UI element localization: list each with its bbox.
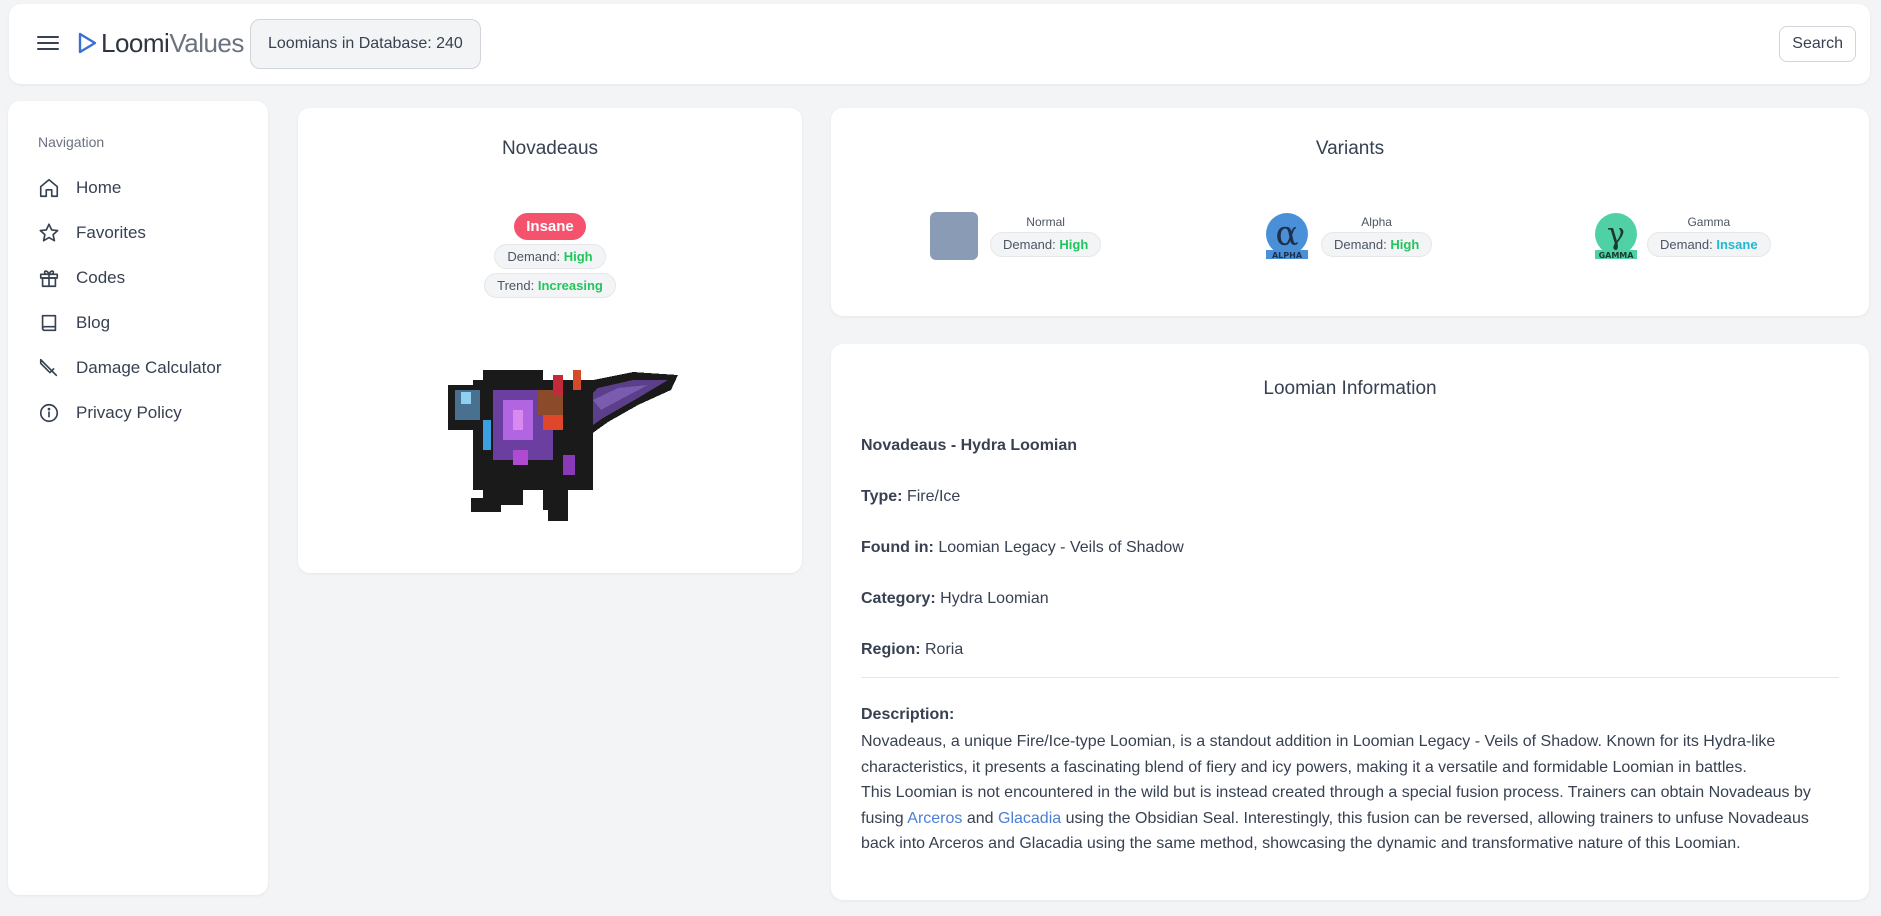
alpha-symbol-icon: α ALPHA (1266, 213, 1308, 260)
sidebar-item-favorites[interactable]: Favorites (38, 210, 222, 255)
description-paragraph-1: Novadeaus, a unique Fire/Ice-type Loomia… (861, 733, 1776, 776)
demand-label: Demand: (1003, 237, 1056, 252)
found-label: Found in: (861, 539, 934, 556)
sidebar-item-privacy-policy[interactable]: Privacy Policy (38, 390, 222, 435)
info-icon (39, 403, 59, 422)
home-icon (39, 178, 59, 197)
play-logo-icon (78, 32, 97, 54)
demand-label: Demand: (1660, 237, 1713, 252)
demand-label: Demand: (1334, 237, 1387, 252)
sidebar-item-label: Blog (76, 312, 111, 332)
loomian-sprite-image (448, 370, 678, 521)
gamma-symbol: γ (1607, 217, 1625, 252)
loomian-card: Novadeaus Insane Demand: High Trend: Inc… (298, 108, 802, 573)
category-value: Hydra Loomian (940, 590, 1049, 607)
normal-variant-image (930, 212, 978, 260)
sword-icon (39, 358, 58, 376)
loomian-information-card: Loomian Information Novadeaus - Hydra Lo… (831, 344, 1869, 900)
glacadia-link[interactable]: Glacadia (998, 810, 1061, 827)
info-heading-text: Novadeaus - Hydra Loomian (861, 437, 1078, 454)
demand-value: High (563, 249, 593, 264)
sidebar: Navigation Home Favorites Codes Blog Dam… (8, 101, 268, 895)
demand-value: High (1059, 237, 1089, 252)
gift-icon (39, 269, 59, 287)
variant-alpha[interactable]: α ALPHA Alpha Demand: High (1265, 212, 1433, 260)
trend-pill: Trend: Increasing (484, 273, 616, 298)
value-tier-badge: Insane (514, 213, 586, 240)
info-type: Type: Fire/Ice (861, 487, 1839, 538)
sidebar-item-label: Favorites (76, 222, 146, 242)
variant-demand-pill: Demand: High (990, 232, 1102, 257)
variant-demand-pill: Demand: Insane (1647, 232, 1771, 257)
region-label: Region: (861, 641, 921, 658)
sidebar-item-label: Codes (76, 267, 126, 287)
variant-name: Alpha (1361, 215, 1392, 229)
hamburger-menu-icon[interactable] (37, 32, 59, 54)
info-found-in: Found in: Loomian Legacy - Veils of Shad… (861, 538, 1839, 589)
variants-card: Variants Normal Demand: High α ALPHA Alp… (831, 108, 1869, 316)
description-text: Novadeaus, a unique Fire/Ice-type Loomia… (861, 729, 1839, 857)
info-title: Loomian Information (1263, 378, 1437, 399)
sidebar-item-damage-calculator[interactable]: Damage Calculator (38, 345, 222, 390)
sidebar-item-label: Home (76, 177, 122, 197)
variant-normal[interactable]: Normal Demand: High (930, 212, 1102, 260)
variant-gamma[interactable]: γ GAMMA Gamma Demand: Insane (1593, 212, 1771, 260)
type-label: Type: (861, 488, 903, 505)
description-and: and (966, 809, 994, 827)
sidebar-item-codes[interactable]: Codes (38, 255, 222, 300)
variants-title: Variants (1315, 138, 1385, 159)
info-body: Novadeaus - Hydra Loomian Type: Fire/Ice… (861, 436, 1839, 857)
top-header: LoomiValues Loomians in Database: 240 Se… (9, 4, 1870, 84)
variant-info: Normal Demand: High (990, 215, 1102, 257)
arceros-link[interactable]: Arceros (907, 810, 962, 827)
divider (861, 677, 1839, 678)
logo-text-bold: Loomi (101, 27, 170, 58)
nav-title: Navigation (38, 134, 105, 150)
trend-value: Increasing (537, 278, 603, 293)
sidebar-item-home[interactable]: Home (38, 165, 222, 210)
alpha-symbol: α (1276, 214, 1299, 254)
found-value: Loomian Legacy - Veils of Shadow (938, 539, 1184, 556)
logo-text-light: Values (169, 27, 244, 58)
sidebar-item-label: Privacy Policy (76, 402, 182, 422)
loomian-stats: Insane Demand: High Trend: Increasing (298, 213, 802, 298)
info-heading: Novadeaus - Hydra Loomian (861, 436, 1839, 487)
gamma-symbol-icon: γ GAMMA (1595, 213, 1637, 260)
star-icon (39, 222, 59, 242)
info-region: Region: Roria (861, 640, 1839, 670)
nav-list: Home Favorites Codes Blog Damage Calcula… (38, 165, 222, 435)
book-icon (41, 314, 57, 331)
category-label: Category: (861, 590, 936, 607)
variant-name: Normal (1026, 215, 1065, 229)
demand-pill: Demand: High (494, 244, 606, 269)
site-logo[interactable]: LoomiValues (75, 26, 244, 60)
region-value: Roria (925, 641, 964, 658)
demand-label: Demand: (507, 249, 561, 264)
trend-label: Trend: (497, 278, 535, 293)
info-category: Category: Hydra Loomian (861, 589, 1839, 640)
gamma-caption: GAMMA (1599, 251, 1635, 260)
loomian-name: Novadeaus (501, 138, 599, 159)
sidebar-item-blog[interactable]: Blog (38, 300, 222, 345)
database-count-badge: Loomians in Database: 240 (250, 19, 481, 69)
description-label: Description: (861, 706, 955, 723)
variant-info: Gamma Demand: Insane (1647, 215, 1771, 257)
variant-info: Alpha Demand: High (1321, 215, 1433, 257)
variant-name: Gamma (1687, 215, 1731, 229)
demand-value: High (1390, 237, 1420, 252)
logo-text: LoomiValues (101, 28, 244, 59)
sidebar-item-label: Damage Calculator (76, 357, 222, 377)
search-button[interactable]: Search (1779, 26, 1856, 62)
demand-value: Insane (1716, 237, 1758, 252)
alpha-caption: ALPHA (1272, 251, 1303, 260)
variant-demand-pill: Demand: High (1321, 232, 1433, 257)
type-value: Fire/Ice (906, 488, 961, 505)
